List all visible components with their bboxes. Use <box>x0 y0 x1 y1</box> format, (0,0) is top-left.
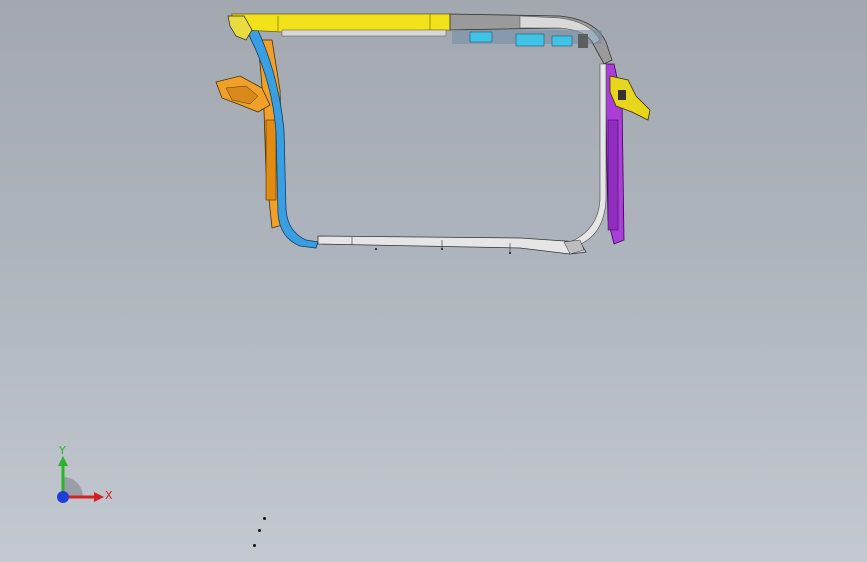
y-axis-label: Y <box>58 444 66 457</box>
left-pillar-blue <box>243 21 319 249</box>
graphics-viewport[interactable]: Y X <box>0 0 867 562</box>
x-axis-label: X <box>105 489 113 502</box>
stray-point <box>253 544 256 547</box>
stray-point <box>258 529 261 532</box>
header-grey <box>449 13 613 65</box>
stray-point <box>263 517 266 520</box>
top-rail <box>227 13 451 41</box>
door-frame-model[interactable] <box>0 0 867 562</box>
axis-triad: Y X <box>57 444 113 503</box>
z-axis-icon <box>57 491 69 503</box>
right-inner-rail <box>569 63 607 247</box>
bottom-rail <box>317 235 587 255</box>
